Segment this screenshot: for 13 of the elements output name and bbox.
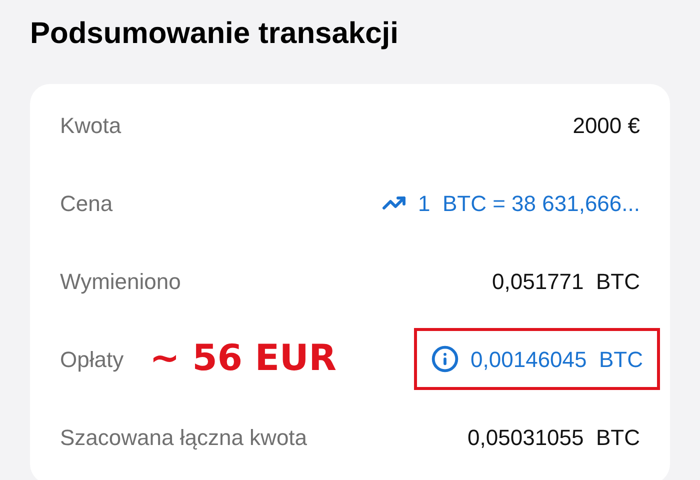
row-value: 0,051771 BTC <box>492 268 640 296</box>
row-label: Szacowana łączna kwota <box>60 424 308 452</box>
row-label: Kwota <box>60 112 122 140</box>
row-label: Opłaty <box>60 346 124 374</box>
annotation-text: ~ 56 EUR <box>150 337 336 381</box>
rate-value[interactable]: 1 BTC = 38 631,666... <box>418 186 640 220</box>
row-value: 2000 € <box>572 112 640 140</box>
row-label: Cena <box>60 190 113 218</box>
row-label: Wymieniono <box>60 268 181 296</box>
row-value: 0,05031055 BTC <box>468 424 640 452</box>
page-title: Podsumowanie transakcji <box>30 16 398 52</box>
info-icon[interactable] <box>430 345 459 373</box>
fee-value: 0,00146045 BTC <box>470 346 643 374</box>
